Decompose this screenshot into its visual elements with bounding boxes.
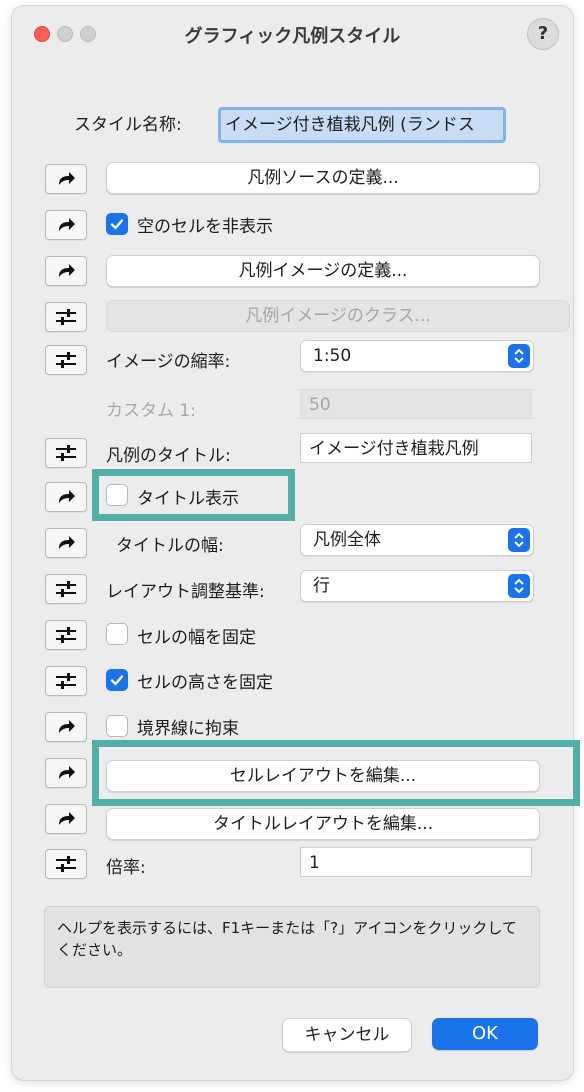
by-style-toggle-show-title[interactable]: [45, 482, 87, 512]
define-legend-image-button[interactable]: 凡例イメージの定義...: [106, 255, 540, 287]
legend-image-class-button[interactable]: 凡例イメージのクラス...: [106, 300, 570, 332]
dialog-title: グラフィック凡例スタイル: [184, 26, 401, 47]
ok-button[interactable]: OK: [432, 1018, 538, 1050]
by-style-toggle-layout-basis[interactable]: [45, 574, 87, 604]
constrain-border-checkbox[interactable]: [106, 715, 128, 737]
hide-empty-cells-checkbox[interactable]: [106, 213, 128, 235]
by-style-toggle-fix-cell-height[interactable]: [45, 666, 87, 696]
fix-cell-width-checkbox[interactable]: [106, 623, 128, 645]
by-style-toggle-magnification[interactable]: [45, 849, 87, 879]
updown-chevron-icon: [508, 528, 530, 552]
image-scale-value: 1:50: [313, 346, 352, 366]
arrow-icon: [59, 812, 75, 825]
by-style-toggle-image-scale[interactable]: [45, 345, 87, 375]
highlight-box-show-title: [92, 469, 295, 521]
by-style-toggle-title-layout[interactable]: [45, 804, 87, 834]
fix-cell-width-label: セルの幅を固定: [137, 628, 256, 648]
title-bar: グラフィック凡例スタイル ?: [12, 6, 573, 58]
sliders-icon: [56, 309, 76, 325]
arrow-icon: [59, 172, 75, 185]
by-style-toggle-legend-image-class[interactable]: [45, 302, 87, 332]
image-scale-select[interactable]: 1:50: [300, 340, 534, 372]
arrow-icon: [59, 536, 75, 549]
hide-empty-cells-label: 空のセルを非表示: [137, 217, 273, 237]
arrow-icon: [59, 766, 75, 779]
legend-title-input[interactable]: イメージ付き植栽凡例: [300, 433, 532, 463]
sliders-icon: [56, 673, 76, 689]
by-style-toggle-legend-title[interactable]: [45, 438, 87, 468]
title-width-value: 凡例全体: [313, 530, 381, 550]
edit-title-layout-button[interactable]: タイトルレイアウトを編集...: [106, 808, 540, 840]
updown-chevron-icon: [508, 344, 530, 368]
arrow-icon: [59, 720, 75, 733]
by-style-toggle-legend-source[interactable]: [45, 164, 87, 194]
help-button[interactable]: ?: [527, 18, 559, 50]
sliders-icon: [56, 856, 76, 872]
magnification-input[interactable]: 1: [300, 847, 532, 877]
title-width-label: タイトルの幅:: [116, 536, 224, 556]
style-name-input[interactable]: イメージ付き植栽凡例 (ランドス: [218, 107, 506, 143]
image-scale-label: イメージの縮率:: [106, 352, 231, 372]
arrow-icon: [59, 218, 75, 231]
arrow-icon: [59, 490, 75, 503]
by-style-toggle-legend-image[interactable]: [45, 256, 87, 286]
sliders-icon: [56, 352, 76, 368]
custom-scale-label: カスタム 1:: [106, 401, 196, 421]
by-style-toggle-constrain-border[interactable]: [45, 712, 87, 742]
sliders-icon: [56, 445, 76, 461]
sliders-icon: [56, 627, 76, 643]
updown-chevron-icon: [508, 574, 530, 598]
by-style-toggle-cell-layout[interactable]: [45, 758, 87, 788]
legend-title-label: 凡例のタイトル:: [106, 446, 231, 466]
magnification-label: 倍率:: [106, 858, 146, 878]
help-text-box: ヘルプを表示するには、F1キーまたは「?」アイコンをクリックしてください。: [44, 906, 540, 988]
constrain-border-label: 境界線に拘束: [137, 719, 239, 739]
define-legend-source-button[interactable]: 凡例ソースの定義...: [106, 162, 540, 194]
by-style-toggle-hide-empty[interactable]: [45, 210, 87, 240]
by-style-toggle-title-width[interactable]: [45, 528, 87, 558]
title-width-select[interactable]: 凡例全体: [300, 524, 534, 556]
fix-cell-height-checkbox[interactable]: [106, 669, 128, 691]
sliders-icon: [56, 581, 76, 597]
cancel-button[interactable]: キャンセル: [282, 1018, 412, 1052]
custom-scale-input[interactable]: 50: [300, 389, 532, 419]
style-name-label: スタイル名称:: [74, 115, 182, 135]
dialog-window: グラフィック凡例スタイル ? スタイル名称: イメージ付き植栽凡例 (ランドス …: [12, 6, 580, 1080]
layout-basis-label: レイアウト調整基準:: [106, 582, 265, 602]
layout-basis-select[interactable]: 行: [300, 570, 534, 602]
layout-basis-value: 行: [313, 576, 330, 596]
fix-cell-height-label: セルの高さを固定: [137, 673, 273, 693]
highlight-box-edit-cell-layout: [92, 740, 580, 806]
by-style-toggle-fix-cell-width[interactable]: [45, 620, 87, 650]
checkmark-icon: [110, 675, 124, 686]
checkmark-icon: [110, 219, 124, 230]
arrow-icon: [59, 264, 75, 277]
